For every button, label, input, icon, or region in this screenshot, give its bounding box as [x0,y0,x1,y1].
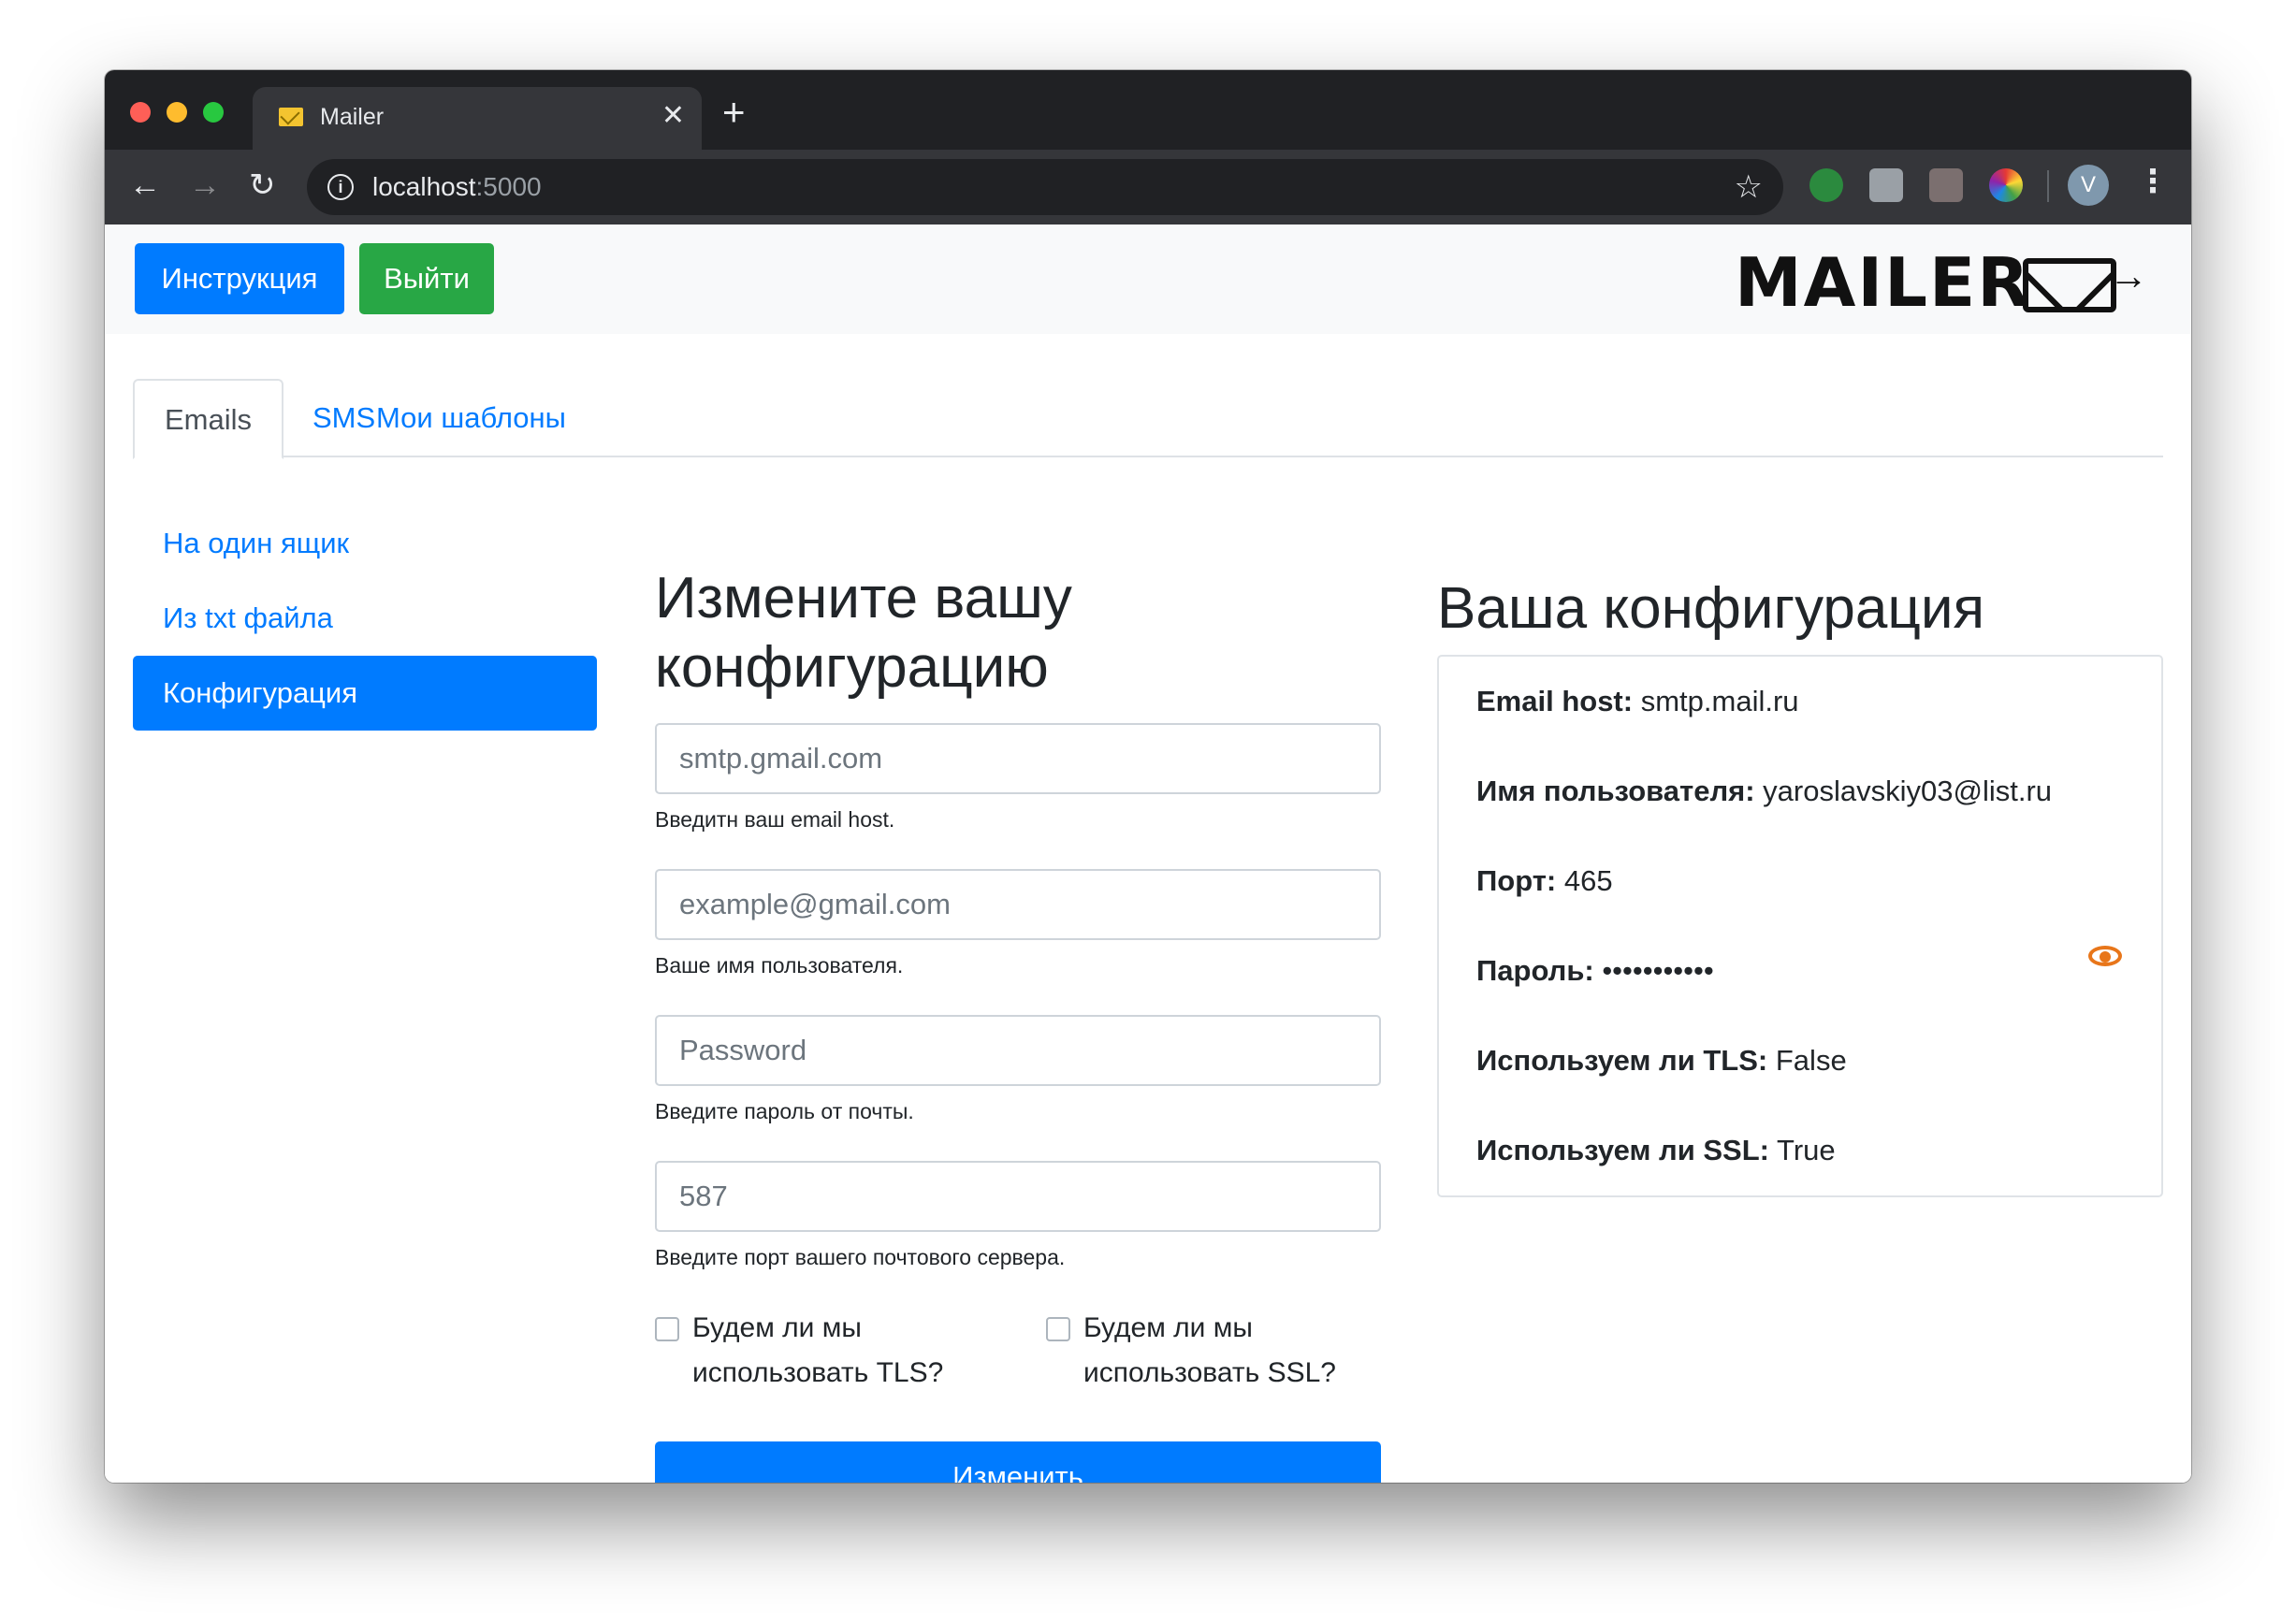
config-user-value: yaroslavskiy03@list.ru [1763,775,2053,807]
envelope-icon [279,108,303,126]
back-arrow-icon[interactable]: ← [129,167,161,204]
config-user-row: Имя пользователя: yaroslavskiy03@list.ru [1476,771,2052,812]
browser-tab[interactable]: Mailer ✕ [253,87,702,150]
config-tls-value: False [1775,1044,1847,1077]
tab-my-templates[interactable]: Мои шаблоны [346,379,596,457]
more-menu-icon[interactable]: ⋮ [2137,163,2169,200]
logo-text: MAILER [1735,243,2031,322]
logout-button[interactable]: Выйти [359,243,494,314]
config-heading: Ваша конфигурация [1437,576,1985,641]
close-icon[interactable]: ✕ [661,99,685,133]
port-input[interactable]: 587 [655,1161,1381,1232]
config-password-row: Пароль: ••••••••••• [1476,950,1714,992]
config-ssl-label: Используем ли SSL: [1476,1134,1769,1166]
ssl-checkbox[interactable] [1046,1317,1070,1341]
url-host: localhost [372,172,476,201]
form-heading: Измените вашу конфигурацию [655,564,1381,702]
tab-title: Mailer [320,104,385,130]
new-tab-icon[interactable]: + [722,93,746,132]
mailer-logo[interactable]: MAILER → [1735,243,2148,322]
username-help: Ваше имя пользователя. [655,953,904,978]
config-tls-row: Используем ли TLS: False [1476,1040,1847,1081]
minimize-window-button[interactable] [167,102,187,123]
sidebar-item-from-txt[interactable]: Из txt файла [133,581,597,656]
ssl-label-line2: использовать SSL? [1083,1357,1336,1388]
main-tabs: Emails SMS Мои шаблоны [133,379,2163,459]
sidebar-item-configuration[interactable]: Конфигурация [133,656,597,731]
config-password-label: Пароль: [1476,954,1594,987]
extension-icon[interactable] [1809,168,1843,202]
reload-icon[interactable]: ↻ [249,167,276,204]
config-password-value: ••••••••••• [1602,954,1714,987]
info-icon[interactable]: i [327,174,354,200]
sidebar-item-single-mailbox[interactable]: На один ящик [133,506,597,581]
password-input[interactable]: Password [655,1015,1381,1086]
toolbar-divider [2047,170,2049,202]
ssl-label-line1: Будем ли мы [1083,1312,1253,1343]
envelope-icon [2023,258,2116,312]
tls-label-line1: Будем ли мы [692,1312,862,1343]
config-port-label: Порт: [1476,864,1557,897]
url-text: localhost:5000 [372,172,542,202]
config-host-label: Email host: [1476,685,1634,717]
tab-emails[interactable]: Emails [133,379,284,459]
config-user-label: Имя пользователя: [1476,775,1755,807]
form-heading-line1: Измените вашу [655,566,1072,630]
tls-label-line2: использовать TLS? [692,1357,944,1388]
eye-icon[interactable] [2088,946,2122,966]
password-help: Введите пароль от почты. [655,1099,914,1123]
extension-icon[interactable] [1869,168,1903,202]
form-heading-line2: конфигурацию [655,635,1049,700]
browser-window: Mailer ✕ + ← → ↻ i localhost:5000 ☆ V ⋮ … [105,70,2191,1483]
config-ssl-row: Используем ли SSL: True [1476,1130,1836,1171]
email-host-input[interactable]: smtp.gmail.com [655,723,1381,794]
page-content: Инструкция Выйти MAILER → Emails SMS Мои… [105,224,2191,1483]
url-port: :5000 [475,172,542,201]
browser-titlebar: Mailer ✕ + [105,70,2191,150]
address-bar[interactable]: i localhost:5000 ☆ [307,159,1783,215]
maximize-window-button[interactable] [203,102,224,123]
config-port-value: 465 [1563,864,1613,897]
ssl-checkbox-label[interactable]: Будем ли мы использовать SSL? [1083,1306,1336,1396]
config-tls-label: Используем ли TLS: [1476,1044,1768,1077]
forward-arrow-icon[interactable]: → [189,167,221,204]
config-host-row: Email host: smtp.mail.ru [1476,681,1799,722]
tls-checkbox[interactable] [655,1317,679,1341]
config-port-row: Порт: 465 [1476,861,1613,902]
bookmark-star-icon[interactable]: ☆ [1735,168,1763,206]
avatar[interactable]: V [2068,165,2109,206]
top-navbar: Инструкция Выйти MAILER → [105,224,2191,334]
tls-checkbox-label[interactable]: Будем ли мы использовать TLS? [692,1306,943,1396]
port-help: Введите порт вашего почтового сервера. [655,1245,1066,1269]
browser-toolbar: ← → ↻ i localhost:5000 ☆ V ⋮ [105,150,2191,224]
submit-button[interactable]: Изменить [655,1441,1381,1483]
config-ssl-value: True [1777,1134,1836,1166]
arrow-icon: → [2109,253,2148,297]
color-picker-icon[interactable] [1989,168,2023,202]
config-host-value: smtp.mail.ru [1640,685,1799,717]
extension-icon[interactable] [1929,168,1963,202]
instruction-button[interactable]: Инструкция [135,243,344,314]
username-input[interactable]: example@gmail.com [655,869,1381,940]
close-window-button[interactable] [130,102,151,123]
email-host-help: Введитн ваш email host. [655,807,895,832]
config-card: Email host: smtp.mail.ru Имя пользовател… [1437,655,2163,1197]
